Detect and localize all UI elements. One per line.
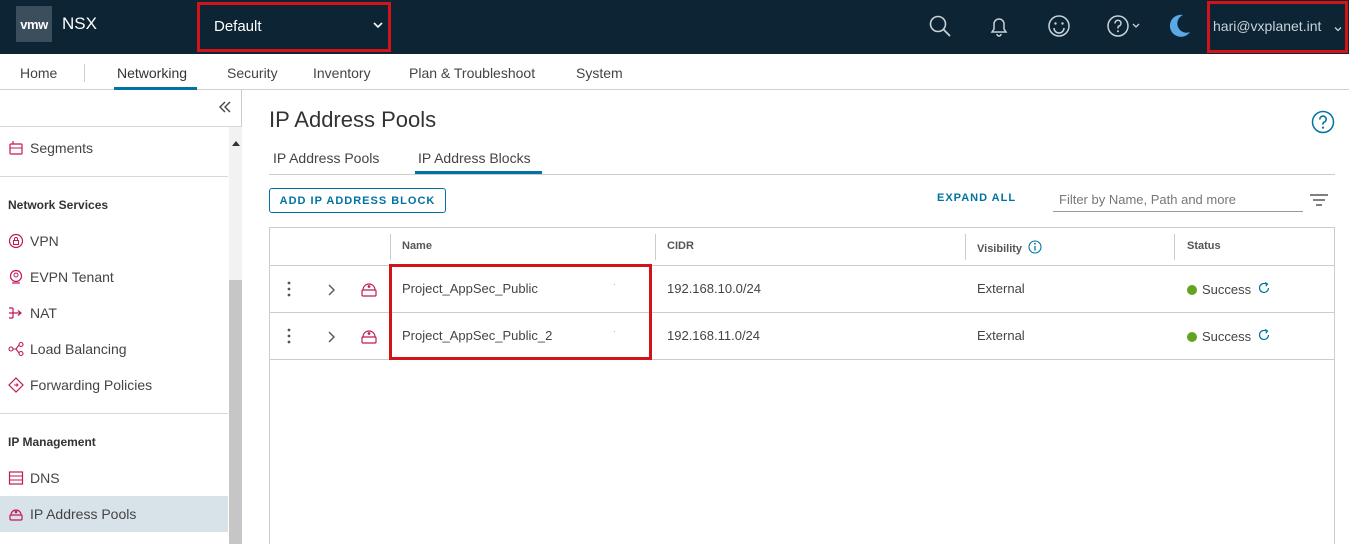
status-success-dot (1187, 284, 1197, 295)
column-header-label: Visibility (977, 242, 1023, 255)
sidebar-collapse-row (0, 90, 242, 127)
column-header-status[interactable]: Status (1187, 240, 1221, 252)
sidebar-item-label: EVPN Tenant (30, 269, 114, 285)
smiley-icon[interactable] (1044, 11, 1074, 41)
sidebar-item-dns[interactable]: DNS (0, 460, 228, 496)
status-label: Success (1202, 282, 1252, 297)
column-separator (390, 234, 391, 260)
sidebar-item-label: Load Balancing (30, 341, 127, 357)
sidebar-divider (0, 176, 228, 177)
sidebar: Segments Network Services VPN EVPN Tenan… (0, 90, 242, 544)
segments-icon (8, 140, 24, 156)
chevron-down-icon (372, 18, 384, 36)
column-separator (1174, 234, 1175, 260)
sidebar-heading-network-services: Network Services (8, 198, 109, 212)
refresh-icon[interactable] (1257, 328, 1271, 345)
vmware-logo: vmw (16, 6, 52, 42)
sidebar-item-label: NAT (30, 305, 57, 321)
ip-pool-icon (8, 506, 24, 522)
grid-header: Name CIDR Visibility Status (270, 228, 1334, 266)
sidebar-item-segments[interactable]: Segments (0, 130, 228, 166)
nav-home[interactable]: Home (20, 65, 57, 81)
user-menu[interactable]: hari@vxplanet.int (1207, 1, 1348, 53)
scroll-up-icon[interactable] (232, 133, 240, 151)
chevron-down-icon (1333, 21, 1343, 39)
sidebar-item-forwarding-policies[interactable]: Forwarding Policies (0, 367, 228, 403)
info-icon[interactable] (1028, 240, 1042, 257)
status-label: Success (1202, 329, 1252, 344)
status-success-dot (1187, 331, 1197, 342)
nav-plan-troubleshoot[interactable]: Plan & Troubleshoot (409, 65, 535, 81)
forwarding-policies-icon (8, 377, 24, 393)
page-title: IP Address Pools (269, 107, 437, 132)
sidebar-item-label: Segments (30, 140, 94, 156)
expand-all-link[interactable]: EXPAND ALL (937, 192, 1016, 204)
moon-icon[interactable] (1164, 11, 1194, 41)
sidebar-item-load-balancing[interactable]: Load Balancing (0, 331, 228, 367)
column-header-name[interactable]: Name (402, 240, 432, 252)
tab-ip-address-pools[interactable]: IP Address Pools (273, 150, 379, 166)
bell-icon[interactable] (984, 11, 1014, 41)
ip-block-icon (360, 280, 378, 303)
ip-block-icon (360, 327, 378, 350)
column-header-cidr[interactable]: CIDR (667, 240, 694, 252)
add-ip-address-block-button[interactable]: ADD IP ADDRESS BLOCK (269, 188, 446, 213)
dns-icon (8, 470, 24, 486)
chevron-right-icon[interactable] (326, 283, 336, 301)
filter-icon[interactable] (1309, 193, 1329, 212)
chevron-right-icon[interactable] (326, 330, 336, 348)
nav-security[interactable]: Security (227, 65, 278, 81)
sidebar-item-vpn[interactable]: VPN (0, 223, 228, 259)
vertical-ellipsis-icon[interactable] (286, 328, 292, 349)
tabs-divider (269, 174, 1335, 175)
help-icon[interactable] (1104, 11, 1144, 41)
sidebar-item-label: Forwarding Policies (30, 377, 153, 393)
nav-inventory[interactable]: Inventory (313, 65, 371, 81)
sidebar-item-label: IP Address Pools (30, 506, 137, 522)
nav-system[interactable]: System (576, 65, 623, 81)
nat-icon (8, 305, 24, 321)
row-visibility: External (977, 328, 1025, 343)
tab-ip-address-blocks[interactable]: IP Address Blocks (418, 150, 531, 166)
sidebar-item-label: DNS (30, 470, 60, 486)
vertical-ellipsis-icon[interactable] (286, 281, 292, 302)
row-visibility: External (977, 281, 1025, 296)
vpn-lock-icon (8, 233, 24, 249)
row-cidr: 192.168.11.0/24 (667, 328, 761, 343)
load-balancer-icon (8, 341, 24, 357)
sidebar-item-label: VPN (30, 233, 59, 249)
row-status: Success (1187, 281, 1271, 298)
tab-active-indicator (415, 171, 542, 174)
column-header-visibility[interactable]: Visibility (977, 240, 1042, 257)
sidebar-scroll-thumb[interactable] (229, 280, 242, 544)
row-cidr: 192.168.10.0/24 (667, 281, 761, 296)
double-chevron-left-icon[interactable] (217, 99, 233, 120)
column-separator (965, 234, 966, 260)
sidebar-item-nat[interactable]: NAT (0, 295, 228, 331)
help-circle-icon[interactable] (1311, 110, 1335, 139)
sidebar-item-evpn-tenant[interactable]: EVPN Tenant (0, 259, 228, 295)
user-name: hari@vxplanet.int (1213, 18, 1322, 34)
sidebar-item-ip-address-pools[interactable]: IP Address Pools (0, 496, 228, 532)
row-status: Success (1187, 328, 1271, 345)
nav-networking[interactable]: Networking (117, 65, 187, 81)
filter-input[interactable] (1053, 188, 1303, 212)
sidebar-divider (0, 413, 228, 414)
search-icon[interactable] (925, 11, 955, 41)
main-nav: Home Networking Security Inventory Plan … (0, 54, 1349, 90)
product-name: NSX (62, 14, 97, 33)
nav-divider (84, 64, 85, 82)
refresh-icon[interactable] (1257, 281, 1271, 298)
evpn-tenant-icon (8, 269, 24, 285)
column-separator (655, 234, 656, 260)
name-column-highlight (389, 264, 652, 360)
project-selector-label: Default (214, 18, 262, 35)
project-selector[interactable]: Default (197, 2, 391, 52)
sidebar-heading-ip-management: IP Management (8, 435, 96, 449)
top-header: vmw NSX Default hari@vxplanet.int (0, 0, 1349, 54)
